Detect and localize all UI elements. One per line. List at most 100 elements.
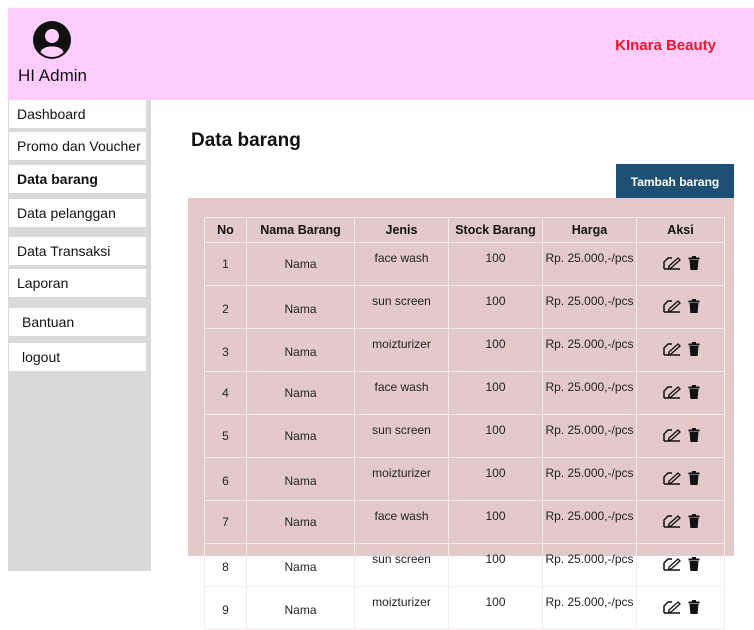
trash-icon[interactable] (688, 513, 700, 531)
header-bar: HI Admin KInara Beauty (8, 8, 754, 100)
cell-nama-barang: Nama (246, 242, 355, 286)
cell-nama-barang: Nama (246, 414, 355, 458)
edit-icon[interactable] (662, 428, 682, 445)
cell-nama-barang: Nama (246, 328, 355, 372)
cell-stock: 100 (448, 500, 543, 544)
cell-nama-barang: Nama (246, 285, 355, 329)
cell-nama-barang: Nama (246, 586, 355, 630)
cell-nama-barang: Nama (246, 457, 355, 501)
edit-icon[interactable] (662, 385, 682, 402)
edit-icon[interactable] (662, 471, 682, 488)
add-item-button[interactable]: Tambah barang (616, 164, 734, 199)
trash-icon[interactable] (688, 298, 700, 316)
page-title: Data barang (191, 130, 301, 151)
edit-icon[interactable] (662, 342, 682, 359)
sidebar-item-laporan[interactable]: Laporan (9, 269, 146, 297)
trash-icon[interactable] (688, 384, 700, 402)
data-table: No Nama Barang Jenis Stock Barang Harga … (204, 217, 725, 630)
cell-stock: 100 (448, 371, 543, 415)
cell-no: 9 (204, 586, 247, 630)
cell-harga: Rp. 25.000,-/pcs (542, 285, 637, 329)
table-row: 7 Nama face wash 100 Rp. 25.000,-/pcs (204, 500, 725, 544)
cell-stock: 100 (448, 242, 543, 286)
cell-aksi (636, 543, 725, 587)
cell-aksi (636, 500, 725, 544)
column-header-aksi: Aksi (636, 217, 725, 243)
column-header-nama-barang: Nama Barang (246, 217, 355, 243)
cell-stock: 100 (448, 414, 543, 458)
edit-icon[interactable] (662, 299, 682, 316)
cell-jenis: moizturizer (354, 457, 449, 501)
sidebar-item-bantuan[interactable]: Bantuan (9, 308, 146, 336)
cell-jenis: face wash (354, 242, 449, 286)
trash-icon[interactable] (688, 427, 700, 445)
table-row: 6 Nama moizturizer 100 Rp. 25.000,-/pcs (204, 457, 725, 501)
cell-jenis: face wash (354, 500, 449, 544)
user-circle-icon (33, 21, 71, 59)
greeting-text: HI Admin (18, 66, 87, 85)
sidebar-item-dashboard[interactable]: Dashboard (9, 100, 146, 128)
cell-nama-barang: Nama (246, 371, 355, 415)
cell-stock: 100 (448, 586, 543, 630)
cell-harga: Rp. 25.000,-/pcs (542, 543, 637, 587)
trash-icon[interactable] (688, 255, 700, 273)
column-header-harga: Harga (542, 217, 637, 243)
cell-aksi (636, 285, 725, 329)
trash-icon[interactable] (688, 599, 700, 617)
cell-no: 8 (204, 543, 247, 587)
cell-stock: 100 (448, 457, 543, 501)
cell-harga: Rp. 25.000,-/pcs (542, 371, 637, 415)
cell-aksi (636, 414, 725, 458)
edit-icon[interactable] (662, 256, 682, 273)
cell-no: 6 (204, 457, 247, 501)
cell-jenis: moizturizer (354, 328, 449, 372)
sidebar-item-data-barang[interactable]: Data barang (9, 165, 146, 193)
table-row: 5 Nama sun screen 100 Rp. 25.000,-/pcs (204, 414, 725, 458)
cell-harga: Rp. 25.000,-/pcs (542, 242, 637, 286)
cell-aksi (636, 242, 725, 286)
trash-icon[interactable] (688, 341, 700, 359)
table-row: 9 Nama moizturizer 100 Rp. 25.000,-/pcs (204, 586, 725, 630)
column-header-stock: Stock Barang (448, 217, 543, 243)
table-header-row: No Nama Barang Jenis Stock Barang Harga … (204, 217, 725, 243)
table-row: 8 Nama sun screen 100 Rp. 25.000,-/pcs (204, 543, 725, 587)
cell-jenis: moizturizer (354, 586, 449, 630)
cell-no: 4 (204, 371, 247, 415)
cell-jenis: face wash (354, 371, 449, 415)
cell-no: 1 (204, 242, 247, 286)
cell-harga: Rp. 25.000,-/pcs (542, 328, 637, 372)
sidebar-item-logout[interactable]: logout (9, 343, 146, 371)
cell-jenis: sun screen (354, 414, 449, 458)
table-row: 2 Nama sun screen 100 Rp. 25.000,-/pcs (204, 285, 725, 329)
cell-jenis: sun screen (354, 285, 449, 329)
cell-harga: Rp. 25.000,-/pcs (542, 500, 637, 544)
brand-name: KInara Beauty (615, 37, 716, 54)
sidebar: Dashboard Promo dan Voucher Data barang … (8, 100, 151, 571)
cell-aksi (636, 457, 725, 501)
cell-harga: Rp. 25.000,-/pcs (542, 457, 637, 501)
cell-no: 2 (204, 285, 247, 329)
cell-nama-barang: Nama (246, 500, 355, 544)
edit-icon[interactable] (662, 514, 682, 531)
cell-harga: Rp. 25.000,-/pcs (542, 414, 637, 458)
table-body: 1 Nama face wash 100 Rp. 25.000,-/pcs 2 Nama su… (204, 242, 725, 630)
cell-nama-barang: Nama (246, 543, 355, 587)
edit-icon[interactable] (662, 600, 682, 617)
cell-aksi (636, 371, 725, 415)
cell-aksi (636, 586, 725, 630)
sidebar-item-data-pelanggan[interactable]: Data pelanggan (9, 199, 146, 227)
cell-no: 3 (204, 328, 247, 372)
sidebar-item-promo-voucher[interactable]: Promo dan Voucher (9, 132, 146, 160)
trash-icon[interactable] (688, 470, 700, 488)
cell-stock: 100 (448, 543, 543, 587)
table-row: 4 Nama face wash 100 Rp. 25.000,-/pcs (204, 371, 725, 415)
cell-no: 5 (204, 414, 247, 458)
table-row: 1 Nama face wash 100 Rp. 25.000,-/pcs (204, 242, 725, 286)
cell-aksi (636, 328, 725, 372)
column-header-no: No (204, 217, 247, 243)
data-table-panel: No Nama Barang Jenis Stock Barang Harga … (188, 198, 734, 630)
sidebar-item-data-transaksi[interactable]: Data Transaksi (9, 237, 146, 265)
cell-no: 7 (204, 500, 247, 544)
cell-stock: 100 (448, 285, 543, 329)
column-header-jenis: Jenis (354, 217, 449, 243)
